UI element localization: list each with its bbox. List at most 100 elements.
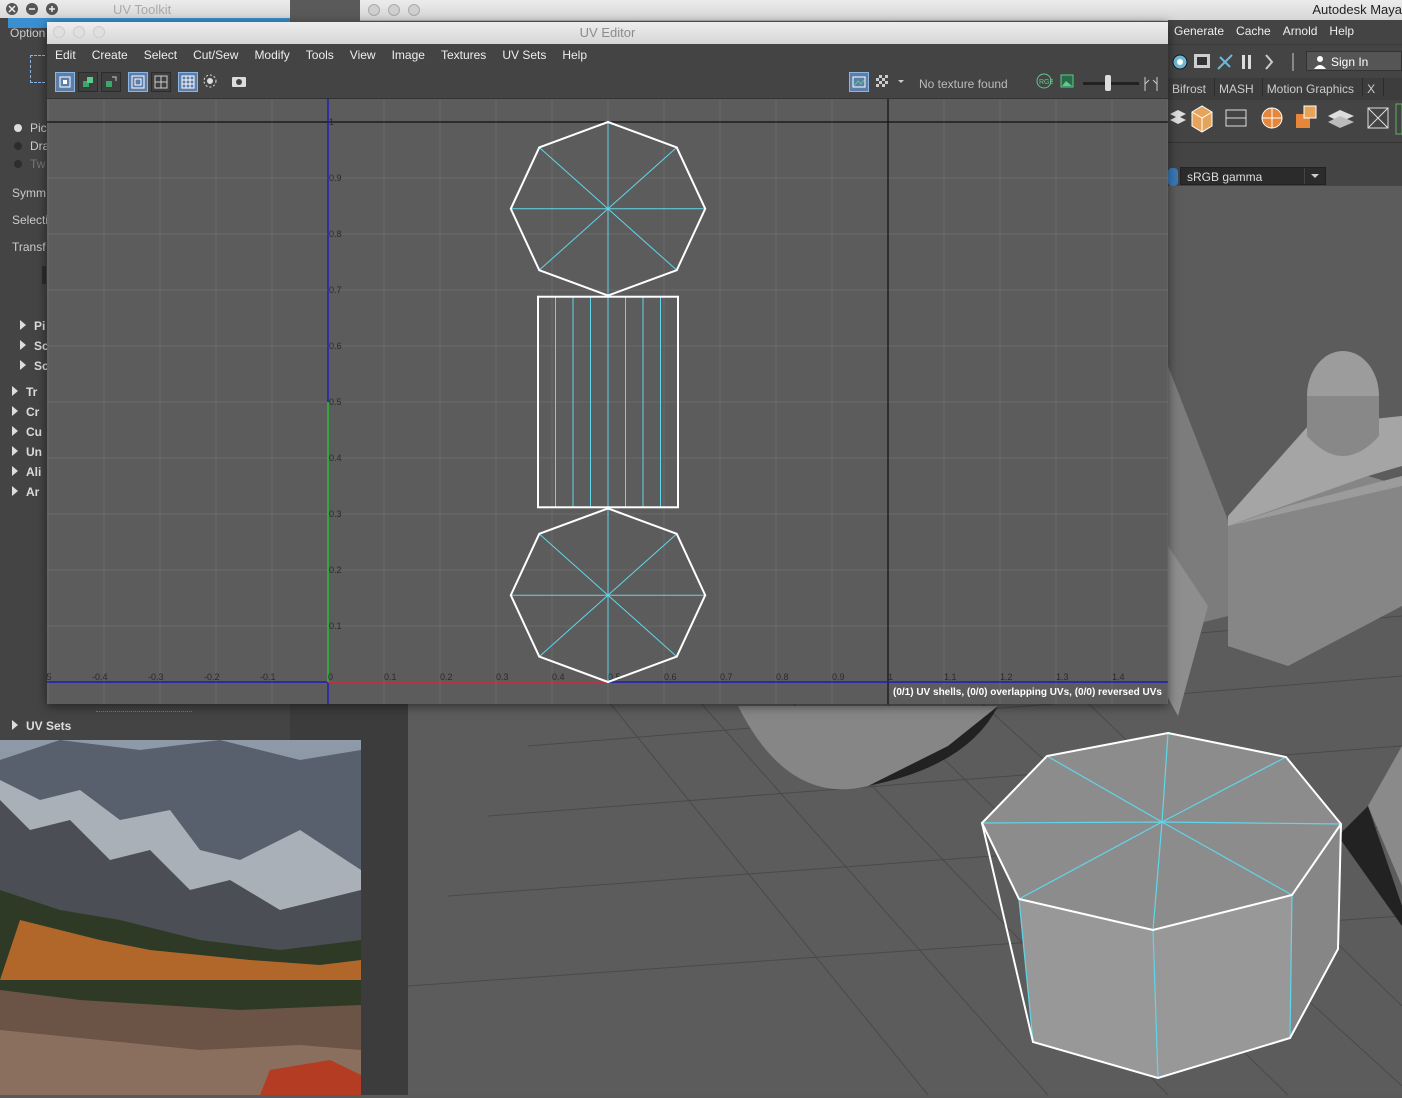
uv-canvas[interactable]: -0.5 -0.4 -0.3 -0.2 -0.1 0 0.1 0.2 0.3 0.4 0.5 0.6 0… <box>47 99 1168 704</box>
v-tick-label: 0.9 <box>329 173 342 183</box>
u-tick-label: 0.4 <box>552 672 565 682</box>
uv-menu-select[interactable]: Select <box>136 44 185 62</box>
tab-motion-graphics[interactable]: Motion Graphics <box>1263 78 1364 96</box>
render-icon[interactable] <box>1194 54 1210 68</box>
zoom-dot-icon[interactable] <box>408 4 420 16</box>
shell-select-icon[interactable] <box>55 72 75 92</box>
close-dot-icon[interactable] <box>368 4 380 16</box>
radio-drag[interactable]: Dra <box>14 139 49 153</box>
background-panel <box>361 704 408 1095</box>
u-tick-label: 0 <box>328 672 333 682</box>
u-tick-label: 0.2 <box>440 672 453 682</box>
bottom-cap-spoke <box>538 533 609 596</box>
chevron-down-icon[interactable] <box>895 72 907 92</box>
shade-uv-icon[interactable] <box>78 72 98 92</box>
selection-mode-icon[interactable] <box>30 55 45 83</box>
snap-icon[interactable] <box>201 72 221 92</box>
exposure-slider-thumb[interactable] <box>1105 75 1111 91</box>
u-tick-label: -0.1 <box>260 672 276 682</box>
uv-status-text: (0/1) UV shells, (0/0) overlapping UVs, … <box>893 687 1162 698</box>
u-tick-label: 1.3 <box>1056 672 1069 682</box>
tab-more[interactable]: X <box>1363 78 1385 96</box>
arrow-icon[interactable] <box>1265 54 1274 70</box>
pause-icon[interactable] <box>1242 55 1251 69</box>
sign-in-button[interactable]: Sign In <box>1306 51 1402 71</box>
grid-frame-icon[interactable] <box>1367 107 1389 129</box>
u-tick-label: 0.9 <box>832 672 845 682</box>
uv-menu-tools[interactable]: Tools <box>298 44 342 62</box>
section-pin-label: Pi <box>34 319 46 333</box>
toolkit-title: UV Toolkit <box>113 2 172 17</box>
tab-bifrost[interactable]: Bifrost <box>1168 78 1216 96</box>
section-uv-sets-label: UV Sets <box>26 719 72 733</box>
color-management-icon[interactable] <box>1168 168 1178 186</box>
stack-icon[interactable] <box>1170 110 1186 124</box>
plane-stack-icon[interactable] <box>1328 110 1354 128</box>
shelf-tabs: Bifrost MASH Motion Graphics X <box>1168 78 1402 100</box>
sign-in-label: Sign In <box>1331 55 1369 69</box>
image-icon[interactable] <box>1058 72 1078 92</box>
panel-collapse-icon[interactable] <box>1141 74 1161 94</box>
options-label[interactable]: Option <box>10 26 45 40</box>
u-tick-label: -0.3 <box>148 672 164 682</box>
u-tick-label: 1.1 <box>944 672 957 682</box>
uv-menu-create[interactable]: Create <box>84 44 136 62</box>
v-tick-label: 0.2 <box>329 565 342 575</box>
image-display-icon[interactable] <box>849 72 869 92</box>
radio-tweak-label: Tw <box>30 157 46 171</box>
render-settings-icon[interactable] <box>1172 54 1188 70</box>
radio-dot-icon <box>14 160 22 168</box>
maya-window-title: Autodesk Maya <box>1312 2 1402 17</box>
maximize-icon[interactable] <box>46 3 58 15</box>
transform-field[interactable] <box>42 266 46 284</box>
cube-icon[interactable] <box>1191 105 1213 133</box>
uv-grid[interactable]: -0.5 -0.4 -0.3 -0.2 -0.1 0 0.1 0.2 0.3 0.4 0.5 0.6 0… <box>47 99 1168 704</box>
desktop-wallpaper <box>0 740 361 1095</box>
section-align-label: Ali <box>26 465 42 479</box>
radio-pick[interactable]: Pic <box>14 121 47 135</box>
selection-label: Selecti <box>12 213 49 227</box>
menu-generate[interactable]: Generate <box>1168 20 1230 38</box>
section-create-label: Cr <box>26 405 40 419</box>
uv-menu-uv-sets[interactable]: UV Sets <box>494 44 554 62</box>
v-tick-label: 0.1 <box>329 621 342 631</box>
symmetry-label: Symm <box>12 186 46 200</box>
menu-arnold[interactable]: Arnold <box>1277 20 1324 38</box>
uv-menu-image[interactable]: Image <box>384 44 433 62</box>
close-icon[interactable] <box>6 3 18 15</box>
v-tick-label: 0.7 <box>329 285 342 295</box>
menu-cache[interactable]: Cache <box>1230 20 1277 38</box>
exposure-slider-track[interactable] <box>1083 82 1139 85</box>
uv-menu-help[interactable]: Help <box>554 44 595 62</box>
uv-menu-edit[interactable]: Edit <box>47 44 84 62</box>
section-cut-sew-label: Cu <box>26 425 42 439</box>
color-space-dropdown[interactable]: sRGB gamma <box>1180 167 1326 185</box>
uv-editor-titlebar[interactable]: UV Editor <box>47 22 1168 44</box>
minimize-dot-icon[interactable] <box>388 4 400 16</box>
uv-menu-view[interactable]: View <box>342 44 384 62</box>
selected-cylinder-mesh[interactable] <box>980 731 1343 1080</box>
minimize-icon[interactable] <box>26 3 38 15</box>
texture-borders-icon[interactable] <box>101 72 121 92</box>
u-tick-label: -0.4 <box>92 672 108 682</box>
camera-icon[interactable] <box>230 72 250 92</box>
uv-menu-modify[interactable]: Modify <box>246 44 297 62</box>
v-tick-label: 0.6 <box>329 341 342 351</box>
uv-frame-icon[interactable] <box>1225 109 1247 127</box>
menu-help[interactable]: Help <box>1323 20 1360 38</box>
uv-menu-cut-sew[interactable]: Cut/Sew <box>185 44 246 62</box>
ipr-icon[interactable] <box>1217 54 1233 70</box>
u-tick-label: 1.4 <box>1112 672 1125 682</box>
uv-tiles-icon[interactable] <box>151 72 171 92</box>
grid-icon[interactable] <box>178 72 198 92</box>
uv-menu-textures[interactable]: Textures <box>433 44 494 62</box>
box-icon[interactable] <box>1296 105 1317 128</box>
rgb-channels-icon[interactable]: RGB <box>1035 72 1055 92</box>
resize-grip[interactable] <box>96 711 192 712</box>
sphere-icon[interactable] <box>1261 107 1283 129</box>
radio-tweak[interactable]: Tw <box>14 157 45 171</box>
checker-icon[interactable] <box>873 72 893 92</box>
tab-mash[interactable]: MASH <box>1215 78 1263 96</box>
section-uv-sets[interactable]: UV Sets <box>0 719 302 733</box>
distortion-icon[interactable] <box>128 72 148 92</box>
